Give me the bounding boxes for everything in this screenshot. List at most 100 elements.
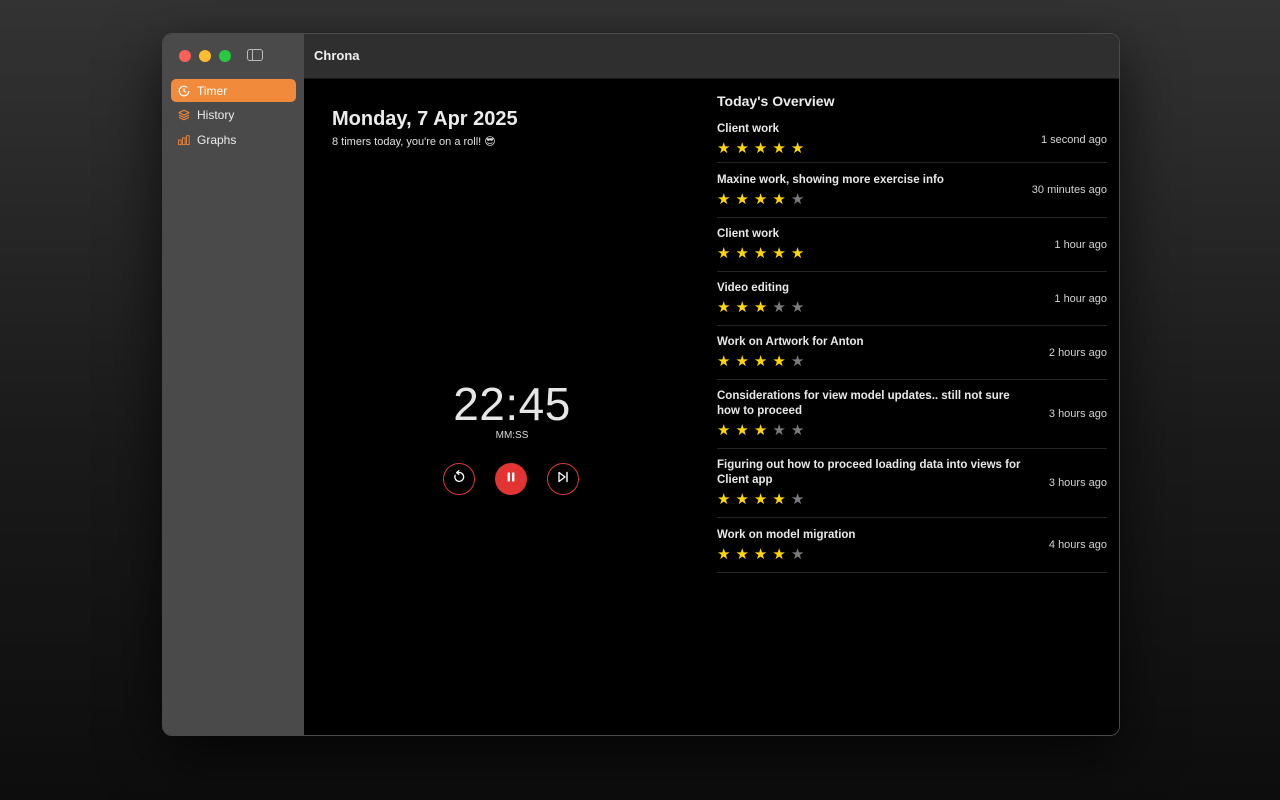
overview-row[interactable]: Figuring out how to proceed loading data… — [717, 449, 1107, 518]
timer-display: 22:45 — [453, 378, 571, 430]
star-empty-icon: ★ — [790, 299, 805, 316]
star-filled-icon: ★ — [717, 299, 731, 316]
restart-button[interactable] — [443, 463, 475, 495]
app-window: Timer History Graphs Chrona Monday, 7 Ap… — [162, 33, 1120, 736]
maximize-window-button[interactable] — [219, 50, 231, 62]
star-rating: ★ ★ ★ ★ ★ — [717, 246, 1046, 262]
entry-name: Considerations for view model updates.. … — [717, 390, 1010, 417]
star-filled-icon: ★ — [735, 353, 749, 370]
sidebar-item-label: Graphs — [197, 132, 237, 147]
star-filled-icon: ★ — [717, 140, 731, 157]
entry-time: 3 hours ago — [1048, 408, 1107, 420]
entry-time: 1 second ago — [1040, 133, 1107, 146]
star-filled-icon: ★ — [772, 245, 786, 262]
overview-row-main: Figuring out how to proceed loading data… — [717, 458, 1041, 508]
page-title: Monday, 7 Apr 2025 — [332, 108, 518, 130]
star-filled-icon: ★ — [717, 545, 731, 563]
star-filled-icon: ★ — [717, 190, 731, 208]
star-empty-icon: ★ — [772, 299, 786, 316]
star-filled-icon: ★ — [735, 491, 749, 508]
star-filled-icon: ★ — [717, 353, 731, 370]
restart-icon — [452, 469, 466, 489]
star-filled-icon: ★ — [735, 422, 749, 439]
timer-icon — [178, 85, 190, 97]
star-empty-icon: ★ — [790, 422, 805, 439]
overview-row-main: Work on model migration ★ ★ ★ ★ ★ — [717, 528, 1041, 563]
star-empty-icon: ★ — [772, 422, 786, 439]
app-title: Chrona — [314, 48, 360, 63]
overview-list: Client work ★ ★ ★ ★ ★ 1 second ago Maxine work,… — [717, 117, 1107, 573]
star-filled-icon: ★ — [735, 140, 749, 157]
entry-name: Client work — [717, 228, 779, 240]
overview-row-main: Work on Artwork for Anton ★ ★ ★ ★ ★ — [717, 335, 1041, 370]
overview-row-main: Client work ★ ★ ★ ★ ★ — [717, 122, 1033, 157]
star-rating: ★ ★ ★ ★ ★ — [717, 354, 1041, 370]
overview-row-main: Video editing ★ ★ ★ ★ ★ — [717, 281, 1046, 316]
overview-row[interactable]: Considerations for view model updates.. … — [717, 380, 1107, 449]
skip-button[interactable] — [547, 463, 579, 495]
star-filled-icon: ★ — [772, 140, 786, 157]
star-empty-icon: ★ — [790, 353, 805, 370]
overview-row[interactable]: Work on model migration ★ ★ ★ ★ ★ 4 hours ago — [717, 518, 1107, 573]
star-filled-icon: ★ — [735, 299, 749, 316]
overview-row-main: Client work ★ ★ ★ ★ ★ — [717, 227, 1046, 262]
star-filled-icon: ★ — [772, 353, 786, 370]
star-rating: ★ ★ ★ ★ ★ — [717, 141, 1033, 157]
entry-time: 3 hours ago — [1048, 477, 1107, 489]
overview-row[interactable]: Video editing ★ ★ ★ ★ ★ 1 hour ago — [717, 272, 1107, 326]
bar-chart-icon — [178, 134, 190, 146]
star-filled-icon: ★ — [735, 190, 749, 208]
overview-row[interactable]: Client work ★ ★ ★ ★ ★ 1 hour ago — [717, 218, 1107, 272]
star-filled-icon: ★ — [717, 245, 731, 262]
overview-row[interactable]: Work on Artwork for Anton ★ ★ ★ ★ ★ 2 hours ag… — [717, 326, 1107, 380]
pause-icon — [505, 470, 517, 488]
pause-button[interactable] — [495, 463, 527, 495]
star-filled-icon: ★ — [717, 491, 731, 508]
sidebar-item-timer[interactable]: Timer — [171, 79, 296, 102]
entry-name: Work on Artwork for Anton — [717, 336, 864, 348]
star-rating: ★ ★ ★ ★ ★ — [717, 423, 1041, 439]
star-filled-icon: ★ — [772, 545, 786, 563]
star-empty-icon: ★ — [790, 190, 805, 208]
sidebar-item-label: Timer — [197, 83, 228, 98]
entry-time: 4 hours ago — [1048, 539, 1107, 551]
skip-forward-icon — [556, 470, 570, 489]
main-content: Monday, 7 Apr 2025 8 timers today, you'r… — [304, 79, 1119, 735]
overview-title: Today's Overview — [717, 93, 835, 109]
star-filled-icon: ★ — [735, 545, 749, 563]
sidebar-item-graphs[interactable]: Graphs — [171, 128, 296, 151]
entry-name: Video editing — [717, 282, 789, 294]
stack-icon — [178, 109, 190, 121]
star-filled-icon: ★ — [717, 422, 731, 439]
star-filled-icon: ★ — [753, 190, 768, 208]
timer-controls — [443, 463, 579, 495]
minimize-window-button[interactable] — [199, 50, 211, 62]
overview-row[interactable]: Client work ★ ★ ★ ★ ★ 1 second ago — [717, 117, 1107, 163]
star-rating: ★ ★ ★ ★ ★ — [717, 300, 1046, 316]
star-filled-icon: ★ — [753, 545, 768, 563]
entry-name: Figuring out how to proceed loading data… — [717, 459, 1021, 486]
entry-time: 1 hour ago — [1054, 292, 1107, 305]
star-filled-icon: ★ — [753, 140, 768, 157]
title-bar: Chrona — [304, 34, 1119, 79]
star-filled-icon: ★ — [790, 140, 805, 157]
close-window-button[interactable] — [179, 50, 191, 62]
entry-name: Work on model migration — [717, 528, 856, 541]
star-filled-icon: ★ — [753, 422, 768, 439]
sidebar-item-history[interactable]: History — [171, 104, 296, 127]
star-filled-icon: ★ — [753, 245, 768, 262]
star-empty-icon: ★ — [790, 491, 805, 508]
overview-row[interactable]: Maxine work, showing more exercise info ★… — [717, 163, 1107, 218]
entry-time: 1 hour ago — [1054, 238, 1107, 251]
entry-time: 2 hours ago — [1048, 346, 1107, 359]
entry-name: Maxine work, showing more exercise info — [717, 173, 944, 186]
star-filled-icon: ★ — [790, 245, 805, 262]
overview-row-main: Maxine work, showing more exercise info ★… — [717, 173, 1024, 208]
star-filled-icon: ★ — [735, 245, 749, 262]
overview-row-main: Considerations for view model updates.. … — [717, 389, 1041, 439]
sidebar-toggle-icon[interactable] — [247, 49, 263, 61]
star-empty-icon: ★ — [790, 545, 805, 563]
timer-unit-label: MM:SS — [495, 430, 529, 441]
timers-summary: 8 timers today, you're on a roll! 😎 — [332, 136, 496, 148]
entry-name: Client work — [717, 123, 779, 135]
